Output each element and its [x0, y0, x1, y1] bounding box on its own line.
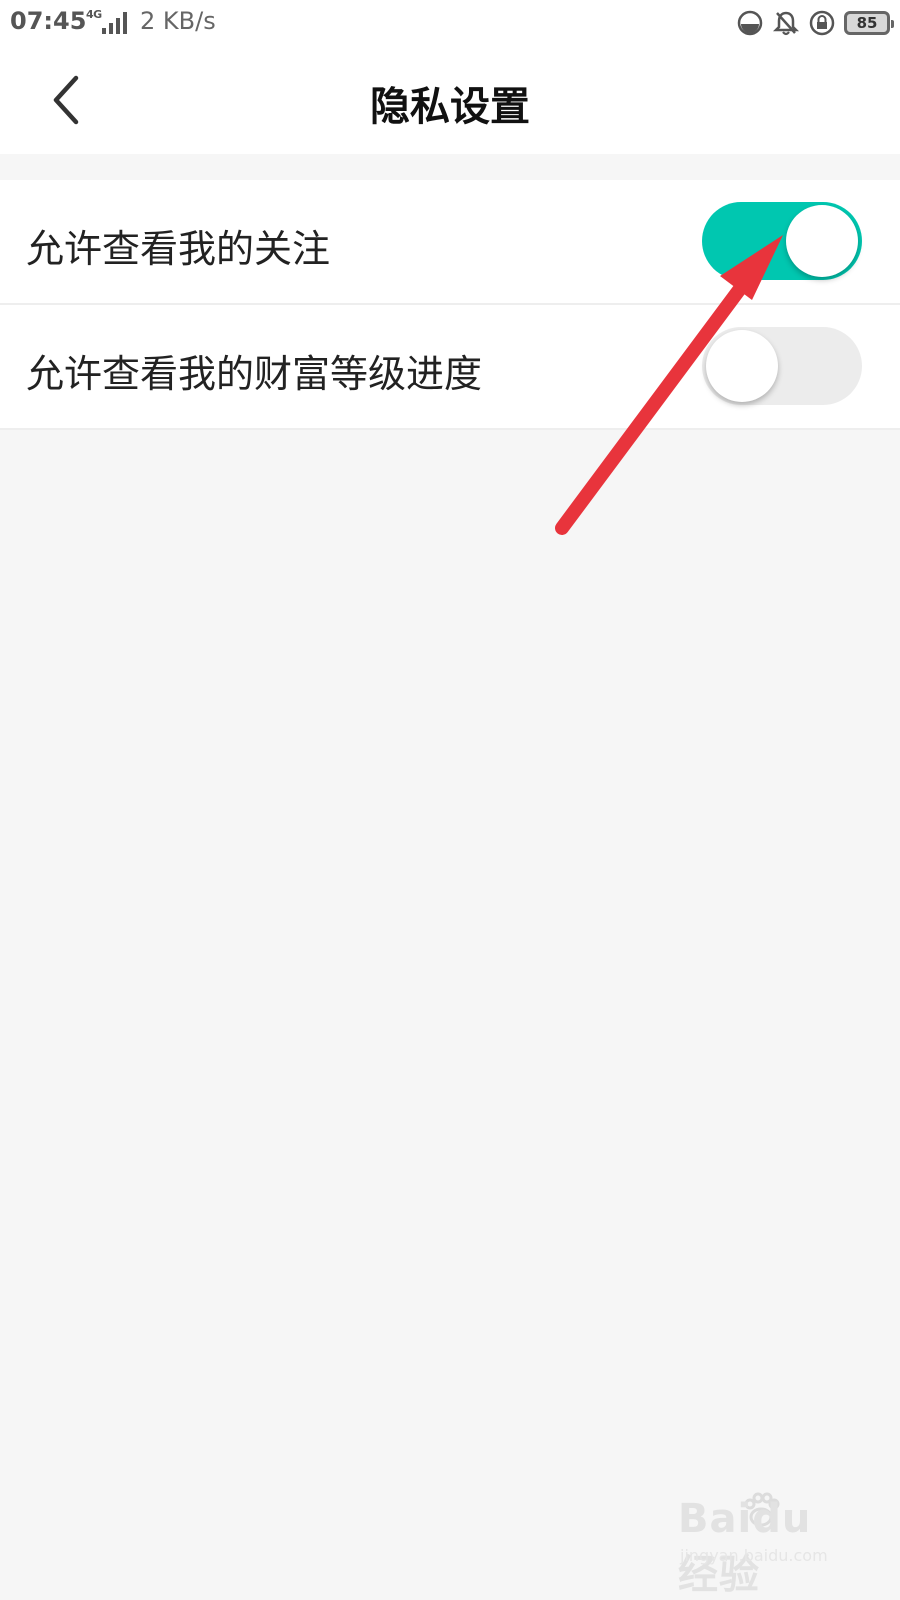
battery-icon: 85 — [844, 11, 894, 35]
bell-off-icon — [772, 11, 800, 36]
status-icons: 85 — [736, 8, 894, 38]
follow-visibility-toggle[interactable] — [702, 202, 862, 280]
toggle-knob — [786, 205, 858, 277]
rotation-lock-icon — [809, 10, 835, 36]
toggle-knob — [706, 330, 778, 402]
signal-icon — [102, 12, 127, 34]
setting-row-wealth-level-visibility: 允许查看我的财富等级进度 — [0, 305, 900, 430]
setting-label: 允许查看我的财富等级进度 — [26, 352, 483, 396]
status-time: 07:45 — [10, 7, 87, 35]
wealth-level-visibility-toggle[interactable] — [702, 327, 862, 405]
baidu-watermark: Baidu经验 jingyan.baidu.com — [670, 1492, 850, 1598]
status-bar: 07:45 4G 2 KB/s 85 — [0, 0, 900, 46]
battery-level: 85 — [856, 13, 878, 32]
page-title: 隐私设置 — [370, 84, 530, 130]
watermark-url: jingyan.baidu.com — [680, 1546, 828, 1565]
data-saver-icon — [737, 10, 763, 36]
settings-list: 允许查看我的关注 允许查看我的财富等级进度 — [0, 180, 900, 430]
app-header: 隐私设置 — [0, 46, 900, 154]
setting-label: 允许查看我的关注 — [26, 227, 331, 271]
network-speed: 2 KB/s — [140, 7, 216, 35]
setting-row-follow-visibility: 允许查看我的关注 — [0, 180, 900, 305]
